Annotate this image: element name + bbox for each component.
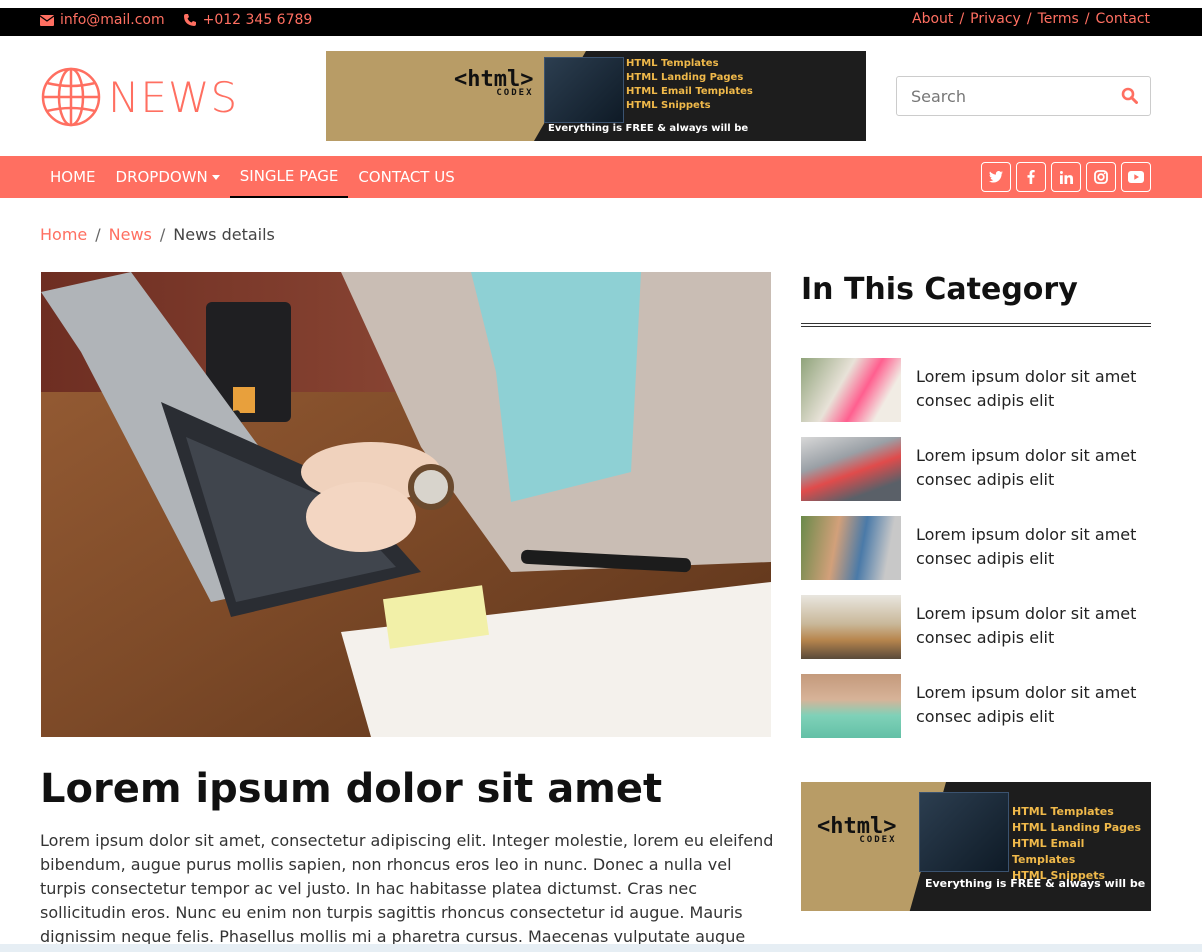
facebook-icon	[1027, 170, 1035, 184]
banner-list-item: HTML Email Templates	[626, 86, 753, 97]
list-item-thumbnail[interactable]	[801, 437, 901, 501]
search-icon	[1121, 87, 1138, 104]
envelope-icon	[40, 14, 54, 26]
main-nav: HOME DROPDOWN SINGLE PAGE CONTACT US	[0, 156, 1202, 198]
list-item[interactable]: Lorem ipsum dolor sit amet consec adipis…	[801, 437, 1151, 501]
sidebar-title: In This Category	[801, 272, 1078, 307]
twitter-button[interactable]	[981, 162, 1011, 192]
contact-info: info@mail.com +012 345 6789	[40, 12, 312, 28]
social-links	[981, 162, 1151, 192]
list-item-title[interactable]: Lorem ipsum dolor sit amet consec adipis…	[916, 674, 1151, 738]
email-contact[interactable]: info@mail.com	[40, 12, 165, 28]
breadcrumb-news[interactable]: News	[109, 225, 152, 244]
separator: /	[959, 11, 965, 27]
banner-brand: <html> CODEX	[454, 67, 533, 98]
nav-single-page[interactable]: SINGLE PAGE	[229, 156, 349, 198]
article-image	[41, 272, 771, 737]
breadcrumb-separator: /	[95, 225, 101, 244]
banner-brand: <html> CODEX	[817, 814, 896, 845]
sidebar-ad-banner[interactable]: <html> CODEX HTML Templates HTML Landing…	[801, 782, 1151, 911]
header: NEWS <html> CODEX HTML Templates HTML La…	[0, 36, 1202, 156]
list-item[interactable]: Lorem ipsum dolor sit amet consec adipis…	[801, 516, 1151, 580]
sidebar-title-divider	[801, 323, 1151, 327]
nav-dropdown-label: DROPDOWN	[115, 168, 208, 186]
phone-contact[interactable]: +012 345 6789	[183, 12, 313, 28]
separator: /	[1084, 11, 1090, 27]
article-title: Lorem ipsum dolor sit amet	[40, 766, 663, 812]
list-item-title[interactable]: Lorem ipsum dolor sit amet consec adipis…	[916, 437, 1151, 501]
globe-icon	[41, 67, 101, 127]
list-item-thumbnail[interactable]	[801, 358, 901, 422]
phone-icon	[183, 14, 196, 26]
banner-screenshot	[544, 57, 624, 123]
top-links: About / Privacy / Terms / Contact	[912, 11, 1150, 27]
laptop-photo	[41, 272, 771, 737]
list-item-title[interactable]: Lorem ipsum dolor sit amet consec adipis…	[916, 516, 1151, 580]
nav-home-label: HOME	[50, 168, 96, 186]
nav-contact-us-label: CONTACT US	[358, 168, 455, 186]
linkedin-icon	[1059, 170, 1073, 184]
banner-screenshot	[919, 792, 1009, 872]
phone-text: +012 345 6789	[202, 12, 313, 28]
site-logo[interactable]: NEWS	[40, 66, 238, 128]
banner-list: HTML Templates HTML Landing Pages HTML E…	[1012, 804, 1151, 884]
list-item-thumbnail[interactable]	[801, 595, 901, 659]
list-item-title[interactable]: Lorem ipsum dolor sit amet consec adipis…	[916, 595, 1151, 659]
list-item[interactable]: Lorem ipsum dolor sit amet consec adipis…	[801, 358, 1151, 422]
instagram-button[interactable]	[1086, 162, 1116, 192]
privacy-link[interactable]: Privacy	[970, 11, 1021, 27]
search-box	[896, 76, 1151, 116]
category-list: Lorem ipsum dolor sit amet consec adipis…	[801, 358, 1151, 753]
banner-list-item: HTML Templates	[626, 58, 719, 69]
banner-list-item: HTML Landing Pages	[626, 72, 744, 83]
breadcrumb-separator: /	[159, 225, 166, 244]
logo-text: NEWS	[108, 72, 239, 122]
banner-list-item: HTML Email Templates	[1012, 837, 1085, 866]
article-body: Lorem ipsum dolor sit amet, consectetur …	[40, 831, 774, 946]
banner-tagline: Everything is FREE & always will be	[548, 123, 749, 134]
nav-menu: HOME DROPDOWN SINGLE PAGE CONTACT US	[40, 156, 465, 198]
nav-dropdown[interactable]: DROPDOWN	[106, 156, 230, 198]
banner-tagline: Everything is FREE & always will be	[925, 877, 1146, 890]
nav-home[interactable]: HOME	[40, 156, 106, 198]
list-item-title[interactable]: Lorem ipsum dolor sit amet consec adipis…	[916, 358, 1151, 422]
caret-down-icon	[211, 174, 220, 180]
youtube-icon	[1128, 171, 1144, 183]
header-ad-banner[interactable]: <html> CODEX HTML Templates HTML Landing…	[326, 51, 866, 141]
instagram-icon	[1094, 170, 1108, 184]
list-item[interactable]: Lorem ipsum dolor sit amet consec adipis…	[801, 595, 1151, 659]
banner-list-item: HTML Landing Pages	[1012, 821, 1142, 834]
breadcrumb-home[interactable]: Home	[40, 225, 87, 244]
horizontal-scrollbar[interactable]	[0, 944, 1202, 952]
list-item-thumbnail[interactable]	[801, 516, 901, 580]
contact-link[interactable]: Contact	[1096, 11, 1150, 27]
list-item[interactable]: Lorem ipsum dolor sit amet consec adipis…	[801, 674, 1151, 738]
separator: /	[1026, 11, 1032, 27]
breadcrumb-current: News details	[173, 225, 275, 244]
facebook-button[interactable]	[1016, 162, 1046, 192]
search-button[interactable]	[1121, 87, 1138, 108]
list-item-thumbnail[interactable]	[801, 674, 901, 738]
top-bar: info@mail.com +012 345 6789 About / Priv…	[0, 8, 1202, 36]
banner-list-item: HTML Snippets	[626, 100, 711, 111]
banner-list: HTML Templates HTML Landing Pages HTML E…	[626, 57, 753, 113]
youtube-button[interactable]	[1121, 162, 1151, 192]
nav-single-page-label: SINGLE PAGE	[239, 167, 339, 185]
banner-list-item: HTML Templates	[1012, 805, 1114, 818]
linkedin-button[interactable]	[1051, 162, 1081, 192]
twitter-icon	[989, 171, 1003, 183]
email-text: info@mail.com	[60, 12, 165, 28]
terms-link[interactable]: Terms	[1038, 11, 1079, 27]
breadcrumb: Home / News / News details	[40, 225, 275, 244]
about-link[interactable]: About	[912, 11, 953, 27]
search-input[interactable]	[911, 87, 1111, 106]
nav-contact-us[interactable]: CONTACT US	[348, 156, 464, 198]
